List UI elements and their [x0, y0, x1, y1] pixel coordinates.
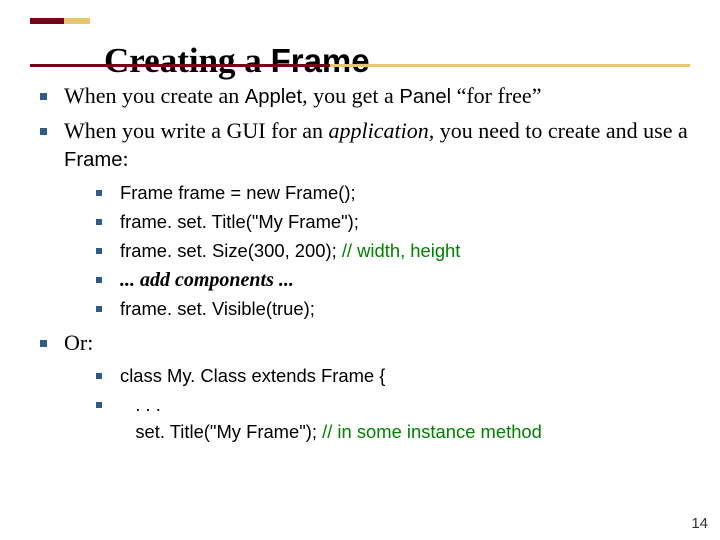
title-bar-gold-icon: [64, 18, 90, 24]
b1-applet: Applet: [245, 86, 302, 108]
code-2: frame. set. Title("My Frame");: [120, 211, 359, 232]
or-text: Or:: [64, 330, 93, 355]
code-line-3: frame. set. Size(300, 200); // width, he…: [64, 238, 688, 265]
page-number: 14: [691, 515, 708, 532]
code2-2b: set. Title("My Frame");: [120, 421, 322, 442]
slide-title: Creating a Frame: [104, 43, 370, 78]
code2-2-comment: // in some instance method: [322, 421, 542, 442]
code-line-2: frame. set. Title("My Frame");: [64, 209, 688, 236]
b2-text-2: you need to create and use a: [434, 118, 688, 143]
code-line-4: ... add components ...: [64, 267, 688, 294]
b2-colon: :: [122, 146, 128, 171]
b2-application: application,: [329, 118, 435, 143]
code-line-5: frame. set. Visible(true);: [64, 296, 688, 323]
b1-text-2: , you get a: [302, 83, 399, 108]
slide: Creating a Frame When you create an Appl…: [0, 0, 720, 540]
code-3a: frame. set. Size(300, 200);: [120, 240, 342, 261]
code-5: frame. set. Visible(true);: [120, 298, 315, 319]
code-3-comment: // width, height: [342, 240, 461, 261]
title-underline-gold-icon: [330, 64, 690, 67]
b1-panel: Panel: [399, 86, 451, 108]
bullet-list: When you create an Applet, you get a Pan…: [38, 82, 688, 446]
code-1: Frame frame = new Frame();: [120, 182, 356, 203]
b1-text-1: When you create an: [64, 83, 245, 108]
code2-line-1: class My. Class extends Frame {: [64, 363, 688, 390]
b2-frame: Frame: [64, 149, 122, 171]
title-underline-red-icon: [30, 64, 330, 67]
bullet-1: When you create an Applet, you get a Pan…: [38, 82, 688, 111]
title-bar-red-icon: [30, 18, 64, 24]
slide-body: When you create an Applet, you get a Pan…: [38, 82, 688, 452]
code2-line-2: . . . set. Title("My Frame"); // in some…: [64, 392, 688, 446]
code-list-1: Frame frame = new Frame(); frame. set. T…: [64, 180, 688, 323]
bullet-2: When you write a GUI for an application,…: [38, 117, 688, 323]
code2-1: class My. Class extends Frame {: [120, 365, 385, 386]
b1-text-3: “for free”: [451, 83, 541, 108]
title-text-1: Creating a: [104, 41, 271, 80]
code2-2a: . . .: [120, 394, 161, 415]
code-line-1: Frame frame = new Frame();: [64, 180, 688, 207]
title-text-frame: Frame: [271, 42, 370, 79]
b2-text-1: When you write a GUI for an: [64, 118, 329, 143]
bullet-or: Or: class My. Class extends Frame { . . …: [38, 329, 688, 446]
code-4: ... add components ...: [120, 269, 294, 291]
code-list-2: class My. Class extends Frame { . . . se…: [64, 363, 688, 446]
